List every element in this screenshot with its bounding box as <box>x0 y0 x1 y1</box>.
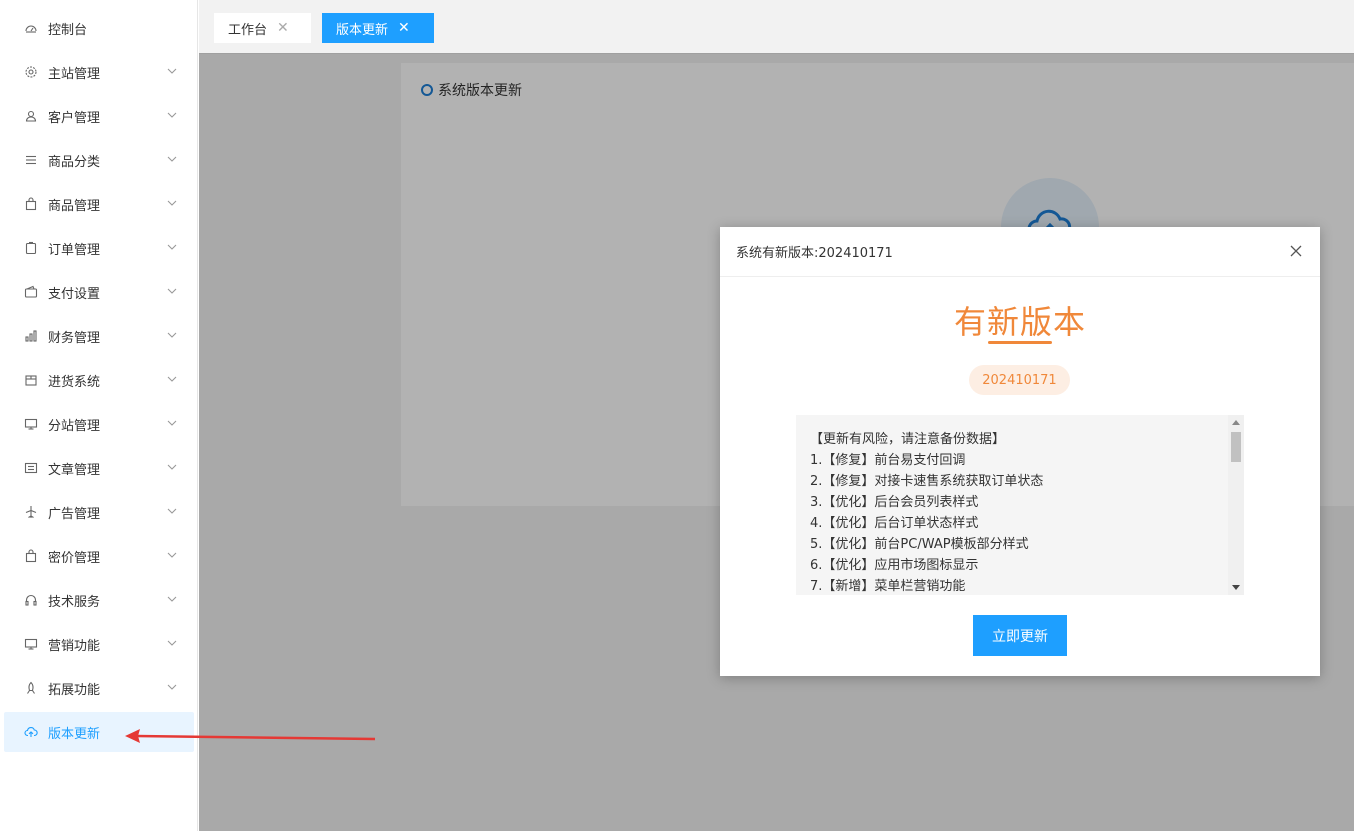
wallet-icon <box>24 285 38 299</box>
note-line: 2.【修复】对接卡速售系统获取订单状态 <box>810 474 1044 489</box>
note-line: 4.【优化】后台订单状态样式 <box>810 516 979 531</box>
chevron-down-icon <box>167 508 177 514</box>
chevron-down-icon <box>167 420 177 426</box>
sidebar: 控制台 主站管理 客户管理 商品分类 商品管理 订单管理 支付设置 财务管理 进… <box>0 0 198 831</box>
annotation-arrow-icon <box>125 729 376 743</box>
sidebar-item-articles[interactable]: 文章管理 <box>4 448 194 488</box>
sidebar-item-orders[interactable]: 订单管理 <box>4 228 194 268</box>
title-underline <box>988 341 1052 344</box>
chevron-down-icon <box>167 288 177 294</box>
tab-workbench[interactable]: 工作台 ✕ <box>214 13 311 43</box>
dialog-header-text: 系统有新版本:202410171 <box>736 246 893 261</box>
chevron-down-icon <box>167 200 177 206</box>
chevron-down-icon <box>167 684 177 690</box>
sidebar-item-label: 财务管理 <box>48 330 101 346</box>
sidebar-item-marketing[interactable]: 营销功能 <box>4 624 194 664</box>
sidebar-item-extensions[interactable]: 拓展功能 <box>4 668 194 708</box>
sidebar-item-label: 控制台 <box>48 22 88 38</box>
list-icon <box>24 153 38 167</box>
sidebar-item-dashboard[interactable]: 控制台 <box>4 8 194 48</box>
release-notes: 【更新有风险，请注意备份数据】 1.【修复】前台易支付回调 2.【修复】对接卡速… <box>796 415 1244 595</box>
scroll-up-icon[interactable] <box>1232 420 1240 425</box>
note-line: 3.【优化】后台会员列表样式 <box>810 495 979 510</box>
version-badge: 202410171 <box>969 365 1070 395</box>
tab-version-update[interactable]: 版本更新 ✕ <box>322 13 434 43</box>
bar-chart-icon <box>24 329 38 343</box>
sidebar-item-substations[interactable]: 分站管理 <box>4 404 194 444</box>
user-icon <box>24 109 38 123</box>
close-icon[interactable]: ✕ <box>277 21 289 35</box>
sidebar-item-customers[interactable]: 客户管理 <box>4 96 194 136</box>
chevron-down-icon <box>167 112 177 118</box>
note-line: 6.【优化】应用市场图标显示 <box>810 558 979 573</box>
chevron-down-icon <box>167 552 177 558</box>
notes-scrollbar[interactable] <box>1228 415 1244 595</box>
sidebar-item-secret-price[interactable]: 密价管理 <box>4 536 194 576</box>
note-line: 【更新有风险，请注意备份数据】 <box>810 432 1006 447</box>
airplane-icon <box>24 505 38 519</box>
sidebar-item-label: 拓展功能 <box>48 682 101 698</box>
scroll-thumb[interactable] <box>1231 432 1241 462</box>
headset-icon <box>24 593 38 607</box>
sidebar-item-label: 主站管理 <box>48 66 101 82</box>
bag-icon <box>24 549 38 563</box>
dialog-header: 系统有新版本:202410171 <box>720 227 1320 277</box>
gear-icon <box>24 65 38 79</box>
sidebar-item-main-site[interactable]: 主站管理 <box>4 52 194 92</box>
sidebar-item-label: 密价管理 <box>48 550 101 566</box>
box-icon <box>24 373 38 387</box>
scroll-down-icon[interactable] <box>1232 585 1240 590</box>
note-line: 7.【新增】菜单栏营销功能 <box>810 579 966 594</box>
sidebar-item-purchasing[interactable]: 进货系统 <box>4 360 194 400</box>
monitor-icon <box>24 417 38 431</box>
sidebar-item-payment[interactable]: 支付设置 <box>4 272 194 312</box>
sidebar-item-ads[interactable]: 广告管理 <box>4 492 194 532</box>
sidebar-item-tech-service[interactable]: 技术服务 <box>4 580 194 620</box>
sidebar-item-label: 订单管理 <box>48 242 101 258</box>
note-line: 1.【修复】前台易支付回调 <box>810 453 966 468</box>
sidebar-item-products[interactable]: 商品管理 <box>4 184 194 224</box>
clipboard-icon <box>24 241 38 255</box>
chevron-down-icon <box>167 464 177 470</box>
sidebar-item-label: 技术服务 <box>48 594 101 610</box>
sidebar-item-categories[interactable]: 商品分类 <box>4 140 194 180</box>
chevron-down-icon <box>167 68 177 74</box>
update-dialog: 系统有新版本:202410171 有新版本 202410171 【更新有风险，请… <box>720 227 1320 676</box>
document-icon <box>24 461 38 475</box>
sidebar-item-finance[interactable]: 财务管理 <box>4 316 194 356</box>
tab-label: 工作台 <box>228 22 268 38</box>
sidebar-item-label: 客户管理 <box>48 110 101 126</box>
tab-bar: 工作台 ✕ 版本更新 ✕ <box>199 0 1354 54</box>
cloud-upload-icon <box>24 725 38 739</box>
note-line: 5.【优化】前台PC/WAP模板部分样式 <box>810 537 1029 552</box>
monitor-icon <box>24 637 38 651</box>
tab-label: 版本更新 <box>336 22 389 38</box>
rocket-icon <box>24 681 38 695</box>
sidebar-item-label: 商品分类 <box>48 154 101 170</box>
update-now-button[interactable]: 立即更新 <box>973 615 1067 656</box>
chevron-down-icon <box>167 640 177 646</box>
sidebar-item-label: 文章管理 <box>48 462 101 478</box>
chevron-down-icon <box>167 332 177 338</box>
dashboard-icon <box>24 21 38 35</box>
sidebar-item-label: 营销功能 <box>48 638 101 654</box>
sidebar-item-label: 进货系统 <box>48 374 101 390</box>
sidebar-item-label: 支付设置 <box>48 286 101 302</box>
sidebar-item-label: 商品管理 <box>48 198 101 214</box>
chevron-down-icon <box>167 244 177 250</box>
sidebar-item-label: 分站管理 <box>48 418 101 434</box>
close-icon[interactable]: ✕ <box>398 21 410 35</box>
sidebar-item-label: 版本更新 <box>48 726 101 742</box>
chevron-down-icon <box>167 156 177 162</box>
sidebar-item-label: 广告管理 <box>48 506 101 522</box>
chevron-down-icon <box>167 376 177 382</box>
chevron-down-icon <box>167 596 177 602</box>
close-icon[interactable] <box>1288 243 1304 259</box>
dialog-title: 有新版本 <box>953 303 1086 341</box>
bag-icon <box>24 197 38 211</box>
